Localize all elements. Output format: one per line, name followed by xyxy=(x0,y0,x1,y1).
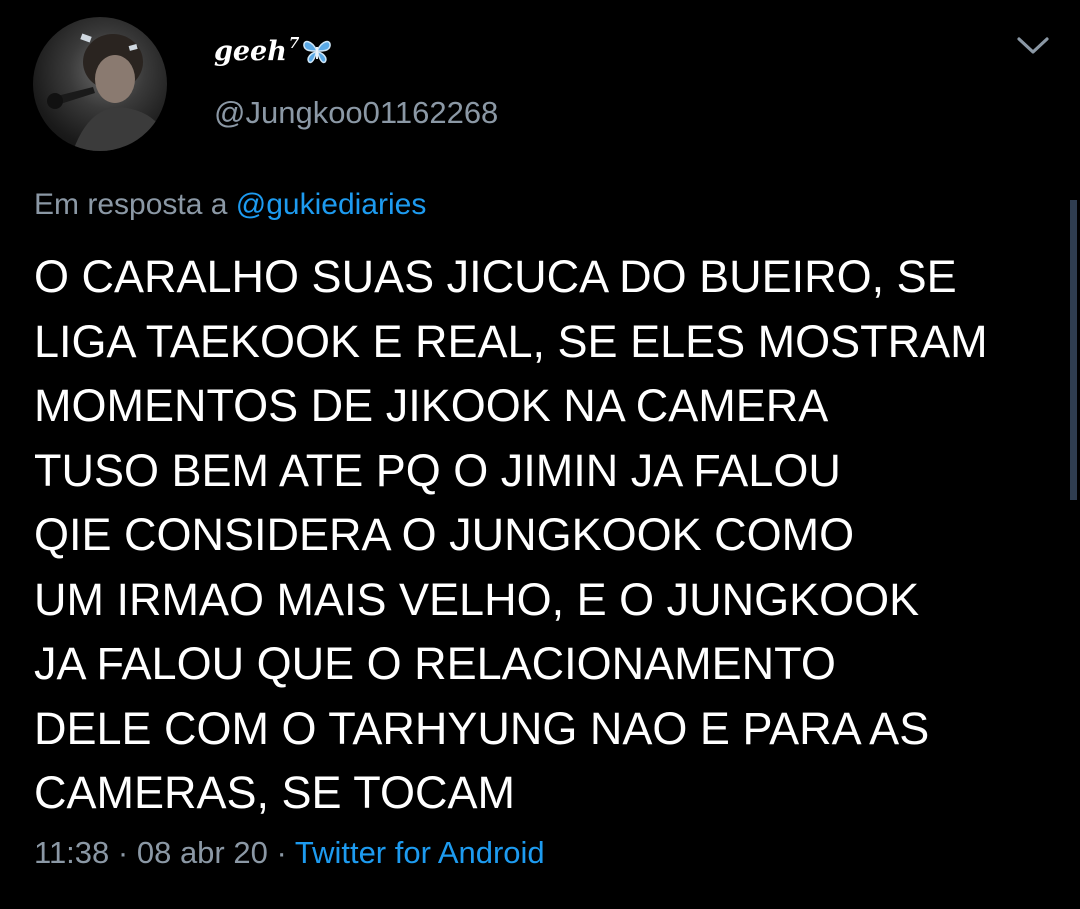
tweet-text-line: UM IRMAO MAIS VELHO, E O JUNGKOOK xyxy=(34,573,920,625)
tweet-source-link[interactable]: Twitter for Android xyxy=(295,835,545,870)
tweet-text-line: TUSO BEM ATE PQ O JIMIN JA FALOU xyxy=(34,444,841,496)
avatar-photo xyxy=(47,33,167,151)
tweet: geeh 7 @Jungkoo01162268 Em resposta a @g… xyxy=(0,0,1080,909)
display-name-superscript: 7 xyxy=(288,34,300,52)
display-name-text: geeh xyxy=(214,36,287,67)
tweet-text-line: JA FALOU QUE O RELACIONAMENTO xyxy=(34,638,836,689)
tweet-text-line: MOMENTOS DE JIKOOK NA CAMERA xyxy=(34,380,829,431)
butterfly-icon xyxy=(302,38,332,71)
reply-prefix: Em resposta a xyxy=(34,188,228,221)
chevron-down-icon[interactable] xyxy=(1015,33,1051,57)
display-name[interactable]: geeh 7 xyxy=(214,34,332,71)
tweet-meta: 11:38 · 08 abr 20 · Twitter for Android xyxy=(34,835,545,871)
tweet-text-line: CAMERAS, SE TOCAM xyxy=(34,767,515,818)
tweet-text-line: O CARALHO SUAS JICUCA DO BUEIRO, SE xyxy=(34,251,957,302)
tweet-text-line: DELE COM O TARHYUNG NAO E PARA AS xyxy=(34,702,930,754)
tweet-text-line: LIGA TAEKOOK E REAL, SE ELES MOSTRAM xyxy=(34,315,988,367)
avatar[interactable] xyxy=(33,17,167,151)
tweet-text: O CARALHO SUAS JICUCA DO BUEIRO, SE LIGA… xyxy=(34,245,1044,826)
meta-separator: · xyxy=(267,835,295,870)
tweet-text-line: QIE CONSIDERA O JUNGKOOK COMO xyxy=(34,509,855,560)
tweet-date[interactable]: 08 abr 20 xyxy=(137,835,268,870)
tweet-time[interactable]: 11:38 xyxy=(34,835,109,870)
reply-mention-link[interactable]: @gukiediaries xyxy=(236,188,427,221)
reply-context: Em resposta a @gukiediaries xyxy=(34,188,426,222)
scrollbar[interactable] xyxy=(1070,200,1077,500)
meta-separator: · xyxy=(109,835,137,870)
user-handle[interactable]: @Jungkoo01162268 xyxy=(214,95,498,131)
